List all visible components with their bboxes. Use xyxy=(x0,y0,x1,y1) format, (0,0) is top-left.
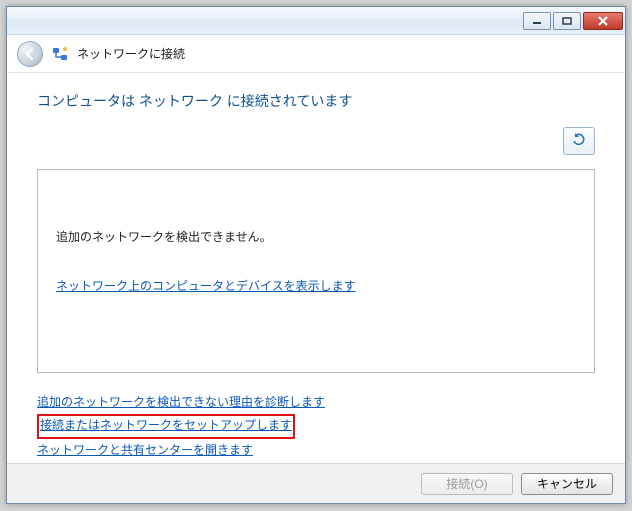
view-devices-link[interactable]: ネットワーク上のコンピュータとデバイスを表示します xyxy=(56,277,356,294)
networks-panel: 追加のネットワークを検出できません。 ネットワーク上のコンピュータとデバイスを表… xyxy=(37,169,595,373)
refresh-icon xyxy=(571,132,587,151)
window-title: ネットワークに接続 xyxy=(77,45,185,62)
no-networks-message: 追加のネットワークを検出できません。 xyxy=(56,228,576,245)
titlebar xyxy=(7,7,625,35)
diagnose-link[interactable]: 追加のネットワークを検出できない理由を診断します xyxy=(37,393,325,410)
maximize-button[interactable] xyxy=(553,12,581,30)
cancel-button[interactable]: キャンセル xyxy=(521,473,613,495)
page-heading: コンピュータは ネットワーク に接続されています xyxy=(37,91,595,111)
header-bar: ネットワークに接続 xyxy=(7,35,625,73)
bottom-links: 追加のネットワークを検出できない理由を診断します 接続またはネットワークをセット… xyxy=(37,393,595,462)
close-button[interactable] xyxy=(583,12,623,30)
footer: 接続(O) キャンセル xyxy=(7,463,625,503)
minimize-button[interactable] xyxy=(523,12,551,30)
back-button[interactable] xyxy=(17,41,43,67)
connect-button: 接続(O) xyxy=(421,473,513,495)
setup-connection-link[interactable]: 接続またはネットワークをセットアップします xyxy=(40,416,292,433)
sharing-center-link[interactable]: ネットワークと共有センターを開きます xyxy=(37,441,253,458)
network-icon xyxy=(51,45,69,63)
connect-to-network-dialog: ネットワークに接続 コンピュータは ネットワーク に接続されています 追加のネッ… xyxy=(6,6,626,504)
refresh-button[interactable] xyxy=(563,127,595,155)
content-area: コンピュータは ネットワーク に接続されています 追加のネットワークを検出できま… xyxy=(7,73,625,471)
setup-link-highlight: 接続またはネットワークをセットアップします xyxy=(37,414,295,439)
